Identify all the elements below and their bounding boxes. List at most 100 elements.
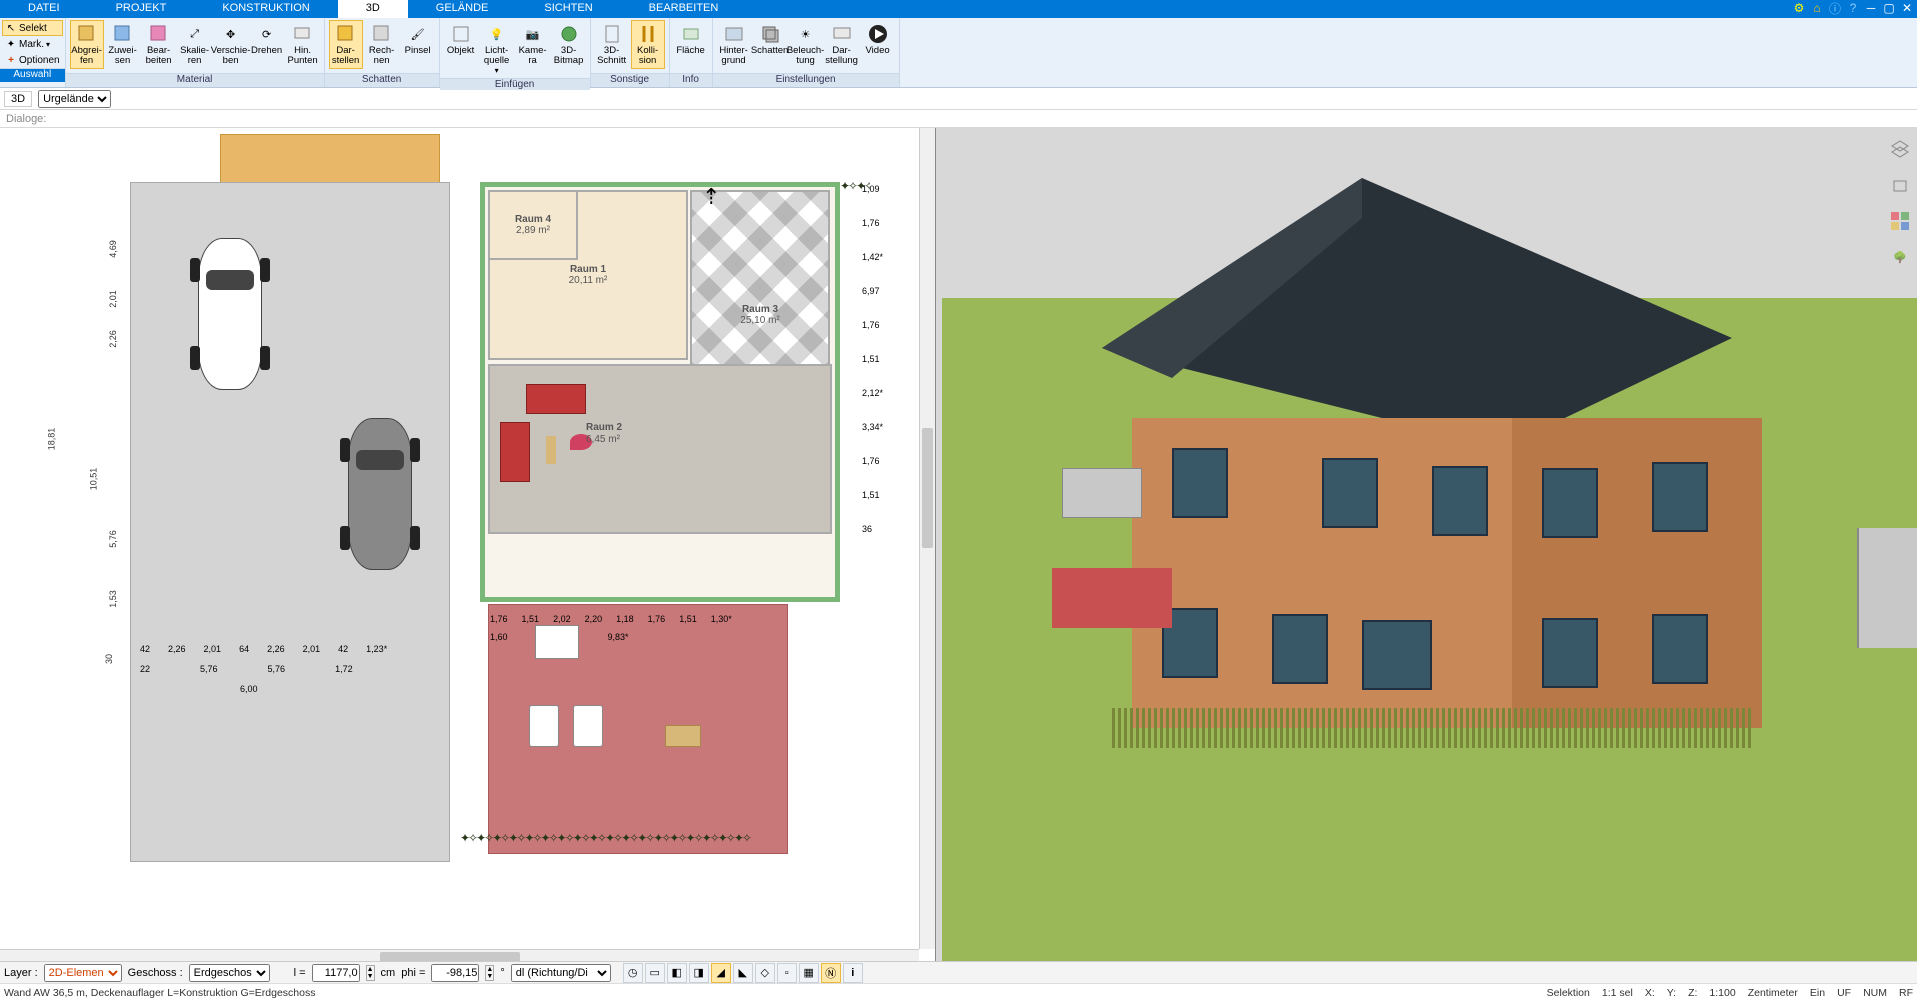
house-3d: [1052, 168, 1752, 728]
home-icon[interactable]: ⌂: [1809, 0, 1825, 16]
garage-3d: [1857, 528, 1917, 648]
mark-button[interactable]: ✦Mark.▾: [2, 36, 63, 52]
beleuchtung-button[interactable]: ☀Beleuch- tung: [789, 20, 823, 69]
north-toggle-icon[interactable]: Ⓝ: [821, 963, 841, 983]
chair-icon[interactable]: [1889, 174, 1911, 196]
dl-select[interactable]: dl (Richtung/Di: [511, 964, 611, 982]
layers-icon[interactable]: [1889, 138, 1911, 160]
snap1-icon[interactable]: ◧: [667, 963, 687, 983]
sofa-2: [500, 422, 530, 482]
kamera-button[interactable]: 📷Kame- ra: [516, 20, 550, 69]
tab-3d[interactable]: 3D: [338, 0, 408, 18]
abgreifen-button[interactable]: Abgrei- fen: [70, 20, 104, 69]
phi-input[interactable]: [431, 964, 479, 982]
tab-sichten[interactable]: SICHTEN: [516, 0, 620, 18]
layer-select[interactable]: 2D-Elemen: [44, 964, 122, 982]
bitmap-icon: [558, 23, 580, 45]
pane-2d[interactable]: 18,81 4,69 2,01 2,26 10,51 5,76 1,53 30 …: [0, 128, 936, 965]
minimize-icon[interactable]: ─: [1863, 0, 1879, 16]
snap3-icon[interactable]: ◣: [733, 963, 753, 983]
status-scale: 1:100: [1709, 987, 1735, 999]
ribbon-group-sonstige: 3D- Schnitt Kolli- sion Sonstige: [591, 18, 670, 87]
group-title-einstellungen: Einstellungen: [713, 73, 899, 87]
tool-icon[interactable]: ⚙: [1791, 0, 1807, 16]
objekt-button[interactable]: Objekt: [444, 20, 478, 59]
tab-konstruktion[interactable]: KONSTRUKTION: [194, 0, 337, 18]
skalieren-button[interactable]: ⤢Skalie- ren: [178, 20, 212, 69]
bitmap-button[interactable]: 3D- Bitmap: [552, 20, 586, 69]
dim-left-3: 2,26: [108, 330, 118, 348]
screen-icon[interactable]: ▭: [645, 963, 665, 983]
bulb-icon: 💡: [486, 23, 508, 45]
l-input[interactable]: [312, 964, 360, 982]
video-button[interactable]: Video: [861, 20, 895, 59]
ribbon-group-info: Fläche Info: [670, 18, 713, 87]
background-icon: [723, 23, 745, 45]
edit-icon: [148, 23, 170, 45]
view-label: 3D: [4, 91, 32, 107]
dims-right: 1,091,761,42*6,971,761,512,12*3,34*1,761…: [862, 184, 883, 534]
section-icon: [601, 23, 623, 45]
info-i-icon[interactable]: i: [843, 963, 863, 983]
verschieben-button[interactable]: ✥Verschie- ben: [214, 20, 248, 69]
drehen-button[interactable]: ⟳Drehen: [250, 20, 284, 59]
darstellen-button[interactable]: Dar- stellen: [329, 20, 363, 69]
dim-left-total: 18,81: [46, 428, 56, 451]
flaeche-button[interactable]: Fläche: [674, 20, 708, 59]
terrain-select[interactable]: Urgelände: [38, 90, 111, 108]
lichtquelle-button[interactable]: 💡Licht- quelle▾: [480, 20, 514, 78]
status-uf: UF: [1837, 987, 1851, 999]
help-icon[interactable]: ?: [1845, 0, 1861, 16]
vscrollbar-2d[interactable]: [919, 128, 935, 949]
darstellung-button[interactable]: Dar- stellung: [825, 20, 859, 69]
optionen-button[interactable]: +Optionen: [2, 52, 63, 68]
group-title-schatten: Schatten: [325, 73, 439, 87]
eyedropper-icon: [76, 23, 98, 45]
geschoss-select[interactable]: Erdgeschos: [189, 964, 270, 982]
snap5-icon[interactable]: ▫: [777, 963, 797, 983]
snap2-icon[interactable]: ◨: [689, 963, 709, 983]
grid-icon[interactable]: ▦: [799, 963, 819, 983]
camera-icon: 📷: [522, 23, 544, 45]
l-spinner[interactable]: ▲▼: [366, 965, 375, 981]
kollision-button[interactable]: Kolli- sion: [631, 20, 665, 69]
ribbon-group-schatten: Dar- stellen Rech- nen 🖌Pinsel Schatten: [325, 18, 440, 87]
floor-plan[interactable]: 18,81 4,69 2,01 2,26 10,51 5,76 1,53 30 …: [0, 128, 935, 965]
phi-spinner[interactable]: ▲▼: [485, 965, 494, 981]
ortho-icon[interactable]: ◢: [711, 963, 731, 983]
maximize-icon[interactable]: ▢: [1881, 0, 1897, 16]
roof-3d: [1052, 168, 1752, 448]
clock-icon[interactable]: ◷: [623, 963, 643, 983]
dialog-bar: Dialoge:: [0, 110, 1917, 128]
shadow-icon: [759, 23, 781, 45]
patio-table: [535, 625, 579, 659]
dim-left-6: 1,53: [108, 590, 118, 608]
hintergrund-button[interactable]: Hinter- grund: [717, 20, 751, 69]
hinpunten-button[interactable]: Hin. Punten: [286, 20, 320, 69]
dim-left-1: 4,69: [108, 240, 118, 258]
wall-side: [1512, 418, 1762, 728]
tab-datei[interactable]: DATEI: [0, 0, 88, 18]
pane-3d[interactable]: 🌳: [942, 128, 1917, 965]
tab-bearbeiten[interactable]: BEARBEITEN: [621, 0, 747, 18]
zuweisen-button[interactable]: Zuwei- sen: [106, 20, 140, 69]
tab-gelaende[interactable]: GELÄNDE: [408, 0, 517, 18]
pinsel-button[interactable]: 🖌Pinsel: [401, 20, 435, 59]
info-icon[interactable]: ⓘ: [1827, 0, 1843, 16]
snap4-icon[interactable]: ◇: [755, 963, 775, 983]
rotate-icon: ⟳: [256, 23, 278, 45]
bearbeiten-button[interactable]: Bear- beiten: [142, 20, 176, 69]
lounger-1: [529, 705, 559, 747]
schatten2-button[interactable]: Schatten: [753, 20, 787, 59]
palette-icon[interactable]: [1889, 210, 1911, 232]
ribbon-group-einstellungen: Hinter- grund Schatten ☀Beleuch- tung Da…: [713, 18, 900, 87]
wall-front: [1132, 418, 1512, 728]
schnitt-button[interactable]: 3D- Schnitt: [595, 20, 629, 69]
tree-icon[interactable]: 🌳: [1889, 246, 1911, 268]
rechnen-button[interactable]: Rech- nen: [365, 20, 399, 69]
status-y: Y:: [1667, 987, 1676, 999]
selekt-button[interactable]: ↖Selekt: [2, 20, 63, 36]
close-icon[interactable]: ✕: [1899, 0, 1915, 16]
tab-projekt[interactable]: PROJEKT: [88, 0, 195, 18]
plus-icon: +: [5, 54, 17, 66]
